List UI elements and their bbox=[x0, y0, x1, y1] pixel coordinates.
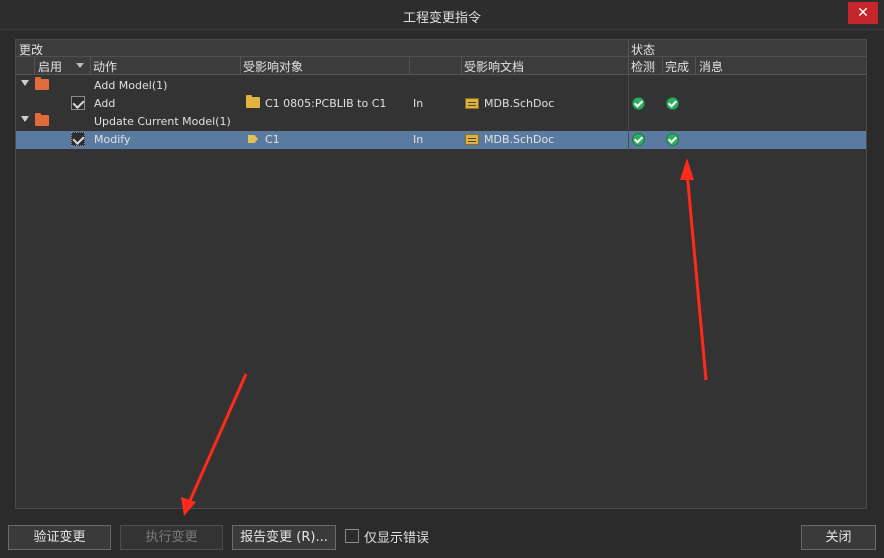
col-header-action[interactable]: 动作 bbox=[93, 58, 117, 75]
done-ok-icon bbox=[666, 133, 679, 146]
group-label: Update Current Model(1) bbox=[94, 115, 231, 128]
affected-document-cell: MDB.SchDoc bbox=[484, 133, 555, 146]
dialog-footer: 验证变更 执行变更 报告变更 (R)... 仅显示错误 关闭 bbox=[0, 515, 884, 558]
report-changes-button[interactable]: 报告变更 (R)... bbox=[232, 525, 336, 550]
errors-only-checkbox[interactable] bbox=[345, 529, 359, 543]
execute-changes-button[interactable]: 执行变更 bbox=[120, 525, 223, 550]
col-header-enable[interactable]: 启用 bbox=[38, 58, 62, 75]
action-cell: Add bbox=[94, 97, 116, 110]
col-header-affected-document[interactable]: 受影响文档 bbox=[464, 58, 524, 75]
direction-cell: In bbox=[413, 97, 424, 110]
direction-cell: In bbox=[413, 133, 424, 146]
column-header-row: 启用 动作 受影响对象 受影响文档 检测 完成 消息 bbox=[16, 57, 866, 75]
errors-only-label: 仅显示错误 bbox=[364, 531, 430, 546]
col-header-check[interactable]: 检测 bbox=[631, 58, 655, 75]
collapse-triangle-icon[interactable] bbox=[21, 116, 29, 122]
col-header-affected-object[interactable]: 受影响对象 bbox=[243, 58, 303, 75]
folder-icon bbox=[35, 77, 49, 90]
enable-checkbox[interactable] bbox=[71, 132, 85, 146]
validate-changes-button[interactable]: 验证变更 bbox=[8, 525, 111, 550]
folder-icon bbox=[246, 95, 260, 108]
group-header-row: 更改 状态 bbox=[16, 40, 866, 57]
action-cell: Modify bbox=[94, 133, 131, 146]
table-row-selected[interactable]: Modify C1 In MDB.SchDoc bbox=[16, 131, 866, 149]
affected-object-cell: C1 0805:PCBLIB to C1 bbox=[265, 97, 387, 110]
col-header-done[interactable]: 完成 bbox=[665, 58, 689, 75]
schdoc-icon bbox=[465, 98, 479, 109]
changes-grid: 更改 状态 启用 动作 受影响对象 受影响文档 检测 完成 消息 Add Mod… bbox=[15, 39, 867, 509]
enable-checkbox[interactable] bbox=[71, 96, 85, 110]
schdoc-icon bbox=[465, 134, 479, 145]
title-bar: 工程变更指令 ✕ bbox=[0, 0, 884, 30]
folder-icon bbox=[35, 113, 49, 126]
check-ok-icon bbox=[632, 97, 645, 110]
group-label: Add Model(1) bbox=[94, 79, 168, 92]
check-ok-icon bbox=[632, 133, 645, 146]
done-ok-icon bbox=[666, 97, 679, 110]
group-row-add-model[interactable]: Add Model(1) bbox=[16, 77, 866, 95]
window-title: 工程变更指令 bbox=[402, 11, 481, 26]
affected-document-cell: MDB.SchDoc bbox=[484, 97, 555, 110]
close-button[interactable]: 关闭 bbox=[801, 525, 876, 550]
col-header-message[interactable]: 消息 bbox=[699, 58, 723, 75]
group-header-status: 状态 bbox=[631, 43, 656, 57]
sort-arrow-icon[interactable] bbox=[76, 63, 84, 68]
affected-object-cell: C1 bbox=[265, 133, 280, 146]
collapse-triangle-icon[interactable] bbox=[21, 80, 29, 86]
component-icon bbox=[248, 135, 258, 143]
group-row-update-current-model[interactable]: Update Current Model(1) bbox=[16, 113, 866, 131]
group-header-change: 更改 bbox=[19, 43, 44, 57]
window-close-icon[interactable]: ✕ bbox=[848, 2, 878, 24]
table-row[interactable]: Add C1 0805:PCBLIB to C1 In MDB.SchDoc bbox=[16, 95, 866, 113]
